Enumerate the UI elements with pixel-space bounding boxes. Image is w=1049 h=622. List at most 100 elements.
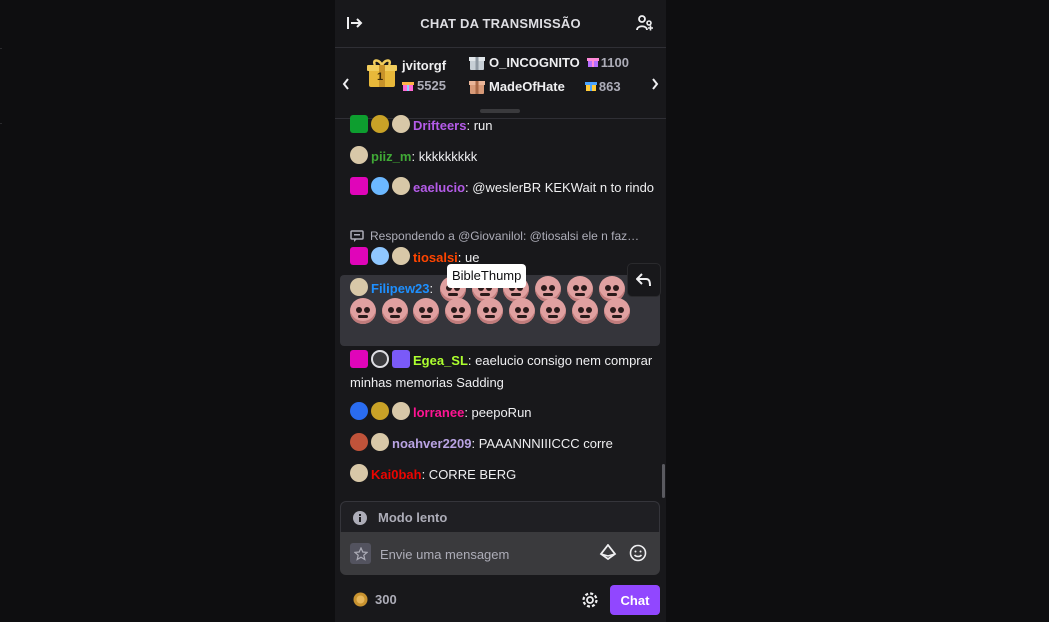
chat-message[interactable]: noahver2209: PAAANNNIIICCC corre (350, 433, 655, 455)
chat-header: CHAT DA TRANSMISSÃO (335, 0, 666, 48)
biblethump-emote[interactable] (445, 298, 472, 324)
chat-message-text: : kkkkkkkkk (411, 149, 478, 164)
channel-points-balance[interactable]: 300 (353, 592, 397, 607)
emote-mouth (453, 315, 464, 318)
subscriber-badge-icon[interactable] (371, 402, 389, 420)
biblethump-emote[interactable] (603, 298, 630, 324)
prediction-badge-icon[interactable] (392, 177, 410, 195)
biblethump-emote[interactable] (540, 298, 567, 324)
community-button[interactable] (634, 12, 656, 34)
chat-username[interactable]: Egea_SL (413, 353, 468, 368)
leaderboard-first-place[interactable]: 1 jvitorgf 5525 (366, 57, 446, 94)
prediction-badge-icon[interactable] (392, 402, 410, 420)
chat-message[interactable]: Drifteers: run (350, 115, 655, 137)
subscriber-badge-icon[interactable] (371, 115, 389, 133)
info-icon (353, 510, 367, 525)
rank-number: 1 (377, 71, 384, 83)
chat-settings-button[interactable] (580, 590, 600, 610)
leaderboard-score: 1100 (586, 54, 629, 70)
bits-badge-icon[interactable] (392, 350, 410, 368)
biblethump-emote[interactable] (381, 298, 408, 324)
collapse-chat-button[interactable] (344, 12, 366, 34)
chat-message[interactable]: eaelucio: @weslerBR KEKWait n to rindo (350, 177, 655, 199)
leaderboard-score-value: 1100 (600, 54, 629, 70)
chat-username[interactable]: tiosalsi (413, 250, 458, 265)
vip-badge-icon[interactable] (350, 350, 368, 368)
leaderboard-third-place[interactable]: MadeOfHate 863 (468, 77, 621, 95)
subscriber-badge-icon[interactable] (350, 433, 368, 451)
chat-username[interactable]: Filipew23 (371, 281, 430, 296)
chat-username[interactable]: lorranee (413, 405, 464, 420)
chat-scrollbar[interactable] (662, 464, 665, 498)
emote-mouth (479, 293, 490, 296)
chat-message-text: : CORRE BERG (421, 467, 517, 482)
prediction-badge-icon[interactable] (350, 464, 368, 482)
prediction-badge-icon[interactable] (392, 115, 410, 133)
chat-message[interactable]: Egea_SL: eaelucio consigo nem comprar mi… (350, 350, 655, 394)
chat-input-box[interactable] (340, 532, 660, 575)
smiley-icon (629, 544, 647, 562)
leaderboard-score-value: 5525 (417, 78, 446, 93)
gift-leaderboard: 1 jvitorgf 5525 O_INCOGNITO 1100 MadeOfH… (335, 48, 666, 119)
leaderboard-username: jvitorgf (402, 58, 447, 73)
leaderboard-second-place[interactable]: O_INCOGNITO 1100 (468, 53, 629, 71)
emote-mouth (574, 293, 585, 296)
prediction-badge-icon[interactable] (350, 278, 368, 296)
emote-mouth (579, 315, 590, 318)
biblethump-emote[interactable] (508, 298, 535, 324)
points-value: 300 (375, 592, 397, 607)
chat-message[interactable]: piiz_m: kkkkkkkkk (350, 146, 655, 168)
emote-mouth (389, 315, 400, 318)
emote-picker-button[interactable] (629, 544, 647, 567)
emote-mouth (548, 315, 559, 318)
chat-message[interactable]: Kai0bah: CORRE BERG (350, 464, 655, 486)
reply-button[interactable] (628, 264, 660, 296)
sub-gifter-badge-icon[interactable] (350, 402, 368, 420)
subscriber-badge-icon[interactable] (371, 350, 389, 368)
vip-badge-icon[interactable] (350, 247, 368, 265)
biblethump-emote[interactable] (571, 298, 598, 324)
chat-title: CHAT DA TRANSMISSÃO (420, 16, 581, 31)
chat-footer: 300 Chat (335, 584, 666, 616)
emote-mouth (511, 293, 522, 296)
biblethump-emote[interactable] (350, 298, 376, 324)
slow-mode-banner: Modo lento (340, 501, 660, 533)
prediction-badge-icon[interactable] (371, 433, 389, 451)
vip-badge-icon[interactable] (350, 177, 368, 195)
moderator-badge-icon[interactable] (350, 115, 368, 133)
chat-message-list: Drifteers: run piiz_m: kkkkkkkkk eaeluci… (335, 115, 666, 496)
chat-username[interactable]: Kai0bah (371, 467, 422, 482)
stream-chat-panel: CHAT DA TRANSMISSÃO 1 jvitorgf 5525 O_IN… (335, 0, 666, 622)
gift-icon (402, 81, 414, 91)
chat-message-text: : peepoRun (464, 405, 532, 420)
community-icon (636, 15, 653, 31)
gift-icon (584, 82, 597, 91)
emote-mouth (358, 315, 368, 318)
emote-mouth (611, 315, 622, 318)
chat-message-text: : (429, 281, 434, 296)
send-chat-button[interactable]: Chat (610, 585, 660, 615)
channel-points-button[interactable] (350, 543, 371, 564)
chat-message-text: : @weslerBR KEKWait n to rindo (465, 180, 655, 195)
leaderboard-drag-handle[interactable] (480, 109, 520, 113)
chat-username[interactable]: piiz_m (371, 149, 411, 164)
chat-username[interactable]: Drifteers (413, 118, 466, 133)
chat-message-text: : PAAANNNIIICCC corre (471, 436, 613, 451)
prediction-badge-icon[interactable] (350, 146, 368, 164)
bits-button[interactable] (599, 543, 617, 567)
chat-message[interactable]: lorranee: peepoRun (350, 402, 655, 424)
star-icon (353, 546, 368, 561)
chat-username[interactable]: eaelucio (413, 180, 465, 195)
subscriber-badge-icon[interactable] (371, 177, 389, 195)
leaderboard-prev-button[interactable] (338, 75, 354, 93)
biblethump-emote[interactable] (476, 298, 503, 324)
prediction-badge-icon[interactable] (392, 247, 410, 265)
chat-message-input[interactable] (378, 541, 592, 567)
collapse-right-icon (347, 17, 363, 29)
subscriber-badge-icon[interactable] (371, 247, 389, 265)
chat-username[interactable]: noahver2209 (392, 436, 472, 451)
reply-context[interactable]: Respondendo a @Giovanilol: @tiosalsi ele… (350, 229, 639, 243)
leaderboard-username: MadeOfHate (489, 78, 565, 94)
chat-message-text: : run (466, 118, 493, 133)
leaderboard-next-button[interactable] (647, 75, 663, 93)
